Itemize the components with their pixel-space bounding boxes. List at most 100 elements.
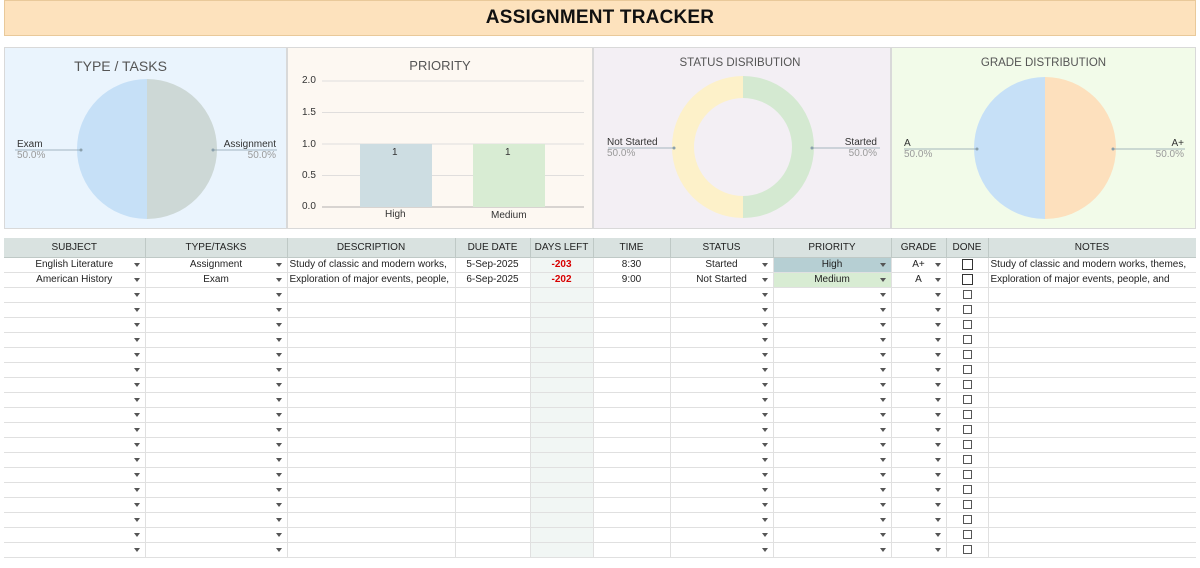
empty-cell[interactable] [4,527,146,543]
empty-cell[interactable] [455,452,531,468]
dropdown-arrow-icon[interactable] [133,277,140,282]
empty-cell[interactable] [287,407,456,423]
dropdown-arrow-icon[interactable] [879,382,886,387]
dropdown-arrow-icon[interactable] [133,487,140,492]
empty-cell[interactable] [891,437,947,453]
dropdown-arrow-icon[interactable] [879,517,886,522]
empty-cell[interactable] [145,317,288,333]
empty-cell[interactable] [530,497,594,513]
empty-cell[interactable] [946,482,989,498]
dropdown-arrow-icon[interactable] [275,262,282,267]
empty-cell[interactable] [287,422,456,438]
empty-cell[interactable] [670,377,774,393]
dropdown-arrow-icon[interactable] [761,352,768,357]
empty-cell[interactable] [145,302,288,318]
empty-cell[interactable] [670,542,774,558]
empty-cell[interactable] [670,512,774,528]
empty-cell[interactable] [4,332,146,348]
empty-cell[interactable] [145,482,288,498]
due-date-cell[interactable]: 6-Sep-2025 [455,272,531,288]
empty-cell[interactable] [988,482,1196,498]
empty-cell[interactable] [455,287,531,303]
empty-cell[interactable] [287,302,456,318]
empty-cell[interactable] [773,347,892,363]
empty-cell[interactable] [530,482,594,498]
empty-cell[interactable] [4,392,146,408]
empty-cell[interactable] [530,392,594,408]
empty-cell[interactable] [670,467,774,483]
dropdown-arrow-icon[interactable] [761,307,768,312]
empty-cell[interactable] [670,302,774,318]
empty-cell[interactable] [593,302,671,318]
empty-cell[interactable] [455,467,531,483]
notes-cell[interactable]: Study of classic and modern works, theme… [988,257,1196,273]
empty-cell[interactable] [773,407,892,423]
dropdown-arrow-icon[interactable] [934,337,941,342]
dropdown-arrow-icon[interactable] [879,487,886,492]
empty-cell[interactable] [593,287,671,303]
dropdown-arrow-icon[interactable] [275,457,282,462]
empty-cell[interactable] [530,317,594,333]
dropdown-arrow-icon[interactable] [133,457,140,462]
empty-cell[interactable] [891,512,947,528]
dropdown-arrow-icon[interactable] [934,382,941,387]
empty-cell[interactable] [145,332,288,348]
dropdown-arrow-icon[interactable] [133,532,140,537]
dropdown-arrow-icon[interactable] [133,442,140,447]
empty-cell[interactable] [670,497,774,513]
dropdown-arrow-icon[interactable] [934,307,941,312]
dropdown-arrow-icon[interactable] [761,457,768,462]
description-cell[interactable]: Study of classic and modern works, [287,257,456,273]
empty-cell[interactable] [455,407,531,423]
empty-cell[interactable] [145,347,288,363]
dropdown-arrow-icon[interactable] [275,487,282,492]
empty-cell[interactable] [145,407,288,423]
col-header-priority[interactable]: PRIORITY [773,238,892,258]
empty-cell[interactable] [530,512,594,528]
empty-cell[interactable] [4,407,146,423]
empty-cell[interactable] [530,422,594,438]
dropdown-arrow-icon[interactable] [879,532,886,537]
dropdown-arrow-icon[interactable] [934,472,941,477]
empty-cell[interactable] [593,392,671,408]
status-cell[interactable]: Started [670,257,774,273]
notes-cell[interactable]: Exploration of major events, people, and [988,272,1196,288]
dropdown-arrow-icon[interactable] [275,472,282,477]
empty-cell[interactable] [946,347,989,363]
done-cell[interactable] [946,257,989,273]
dropdown-arrow-icon[interactable] [275,382,282,387]
empty-cell[interactable] [455,527,531,543]
empty-cell[interactable] [593,347,671,363]
dropdown-arrow-icon[interactable] [761,322,768,327]
dropdown-arrow-icon[interactable] [879,277,886,282]
dropdown-arrow-icon[interactable] [934,367,941,372]
empty-cell[interactable] [145,377,288,393]
empty-cell[interactable] [593,332,671,348]
empty-cell[interactable] [287,452,456,468]
empty-cell[interactable] [287,467,456,483]
empty-cell[interactable] [670,317,774,333]
empty-cell[interactable] [891,332,947,348]
dropdown-arrow-icon[interactable] [879,412,886,417]
empty-cell[interactable] [593,377,671,393]
done-checkbox[interactable] [962,304,972,314]
dropdown-arrow-icon[interactable] [934,547,941,552]
empty-cell[interactable] [773,377,892,393]
time-cell[interactable]: 9:00 [593,272,671,288]
empty-cell[interactable] [773,302,892,318]
empty-cell[interactable] [4,347,146,363]
dropdown-arrow-icon[interactable] [761,517,768,522]
type-tasks-chart[interactable]: TYPE / TASKS Exam 50.0% Assignment 50.0% [4,47,287,229]
empty-cell[interactable] [891,527,947,543]
col-header-due-date[interactable]: DUE DATE [455,238,531,258]
empty-cell[interactable] [4,422,146,438]
empty-cell[interactable] [946,542,989,558]
col-header-done[interactable]: DONE [946,238,989,258]
empty-cell[interactable] [946,527,989,543]
empty-cell[interactable] [4,377,146,393]
empty-cell[interactable] [4,362,146,378]
done-checkbox[interactable] [962,514,972,524]
empty-cell[interactable] [287,392,456,408]
dropdown-arrow-icon[interactable] [275,307,282,312]
done-checkbox[interactable] [962,484,972,494]
